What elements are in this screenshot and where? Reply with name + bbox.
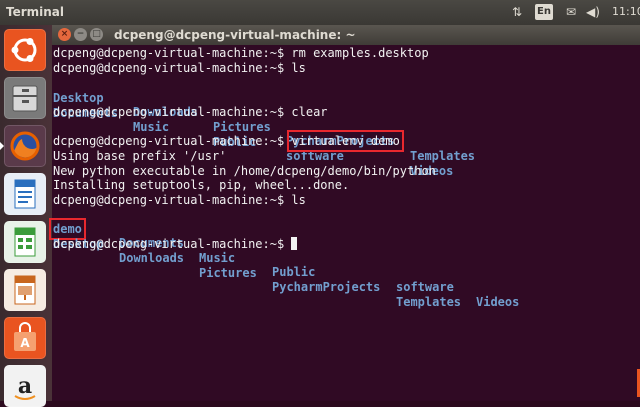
dir-entry: Downloads [119, 251, 185, 266]
top-panel: Terminal ⇅ En ✉ ◀) 11:10 [0, 0, 640, 25]
close-button[interactable]: × [58, 28, 71, 41]
terminal-output[interactable]: dcpeng@dcpeng-virtual-machine:~$ rm exam… [49, 45, 640, 401]
dir-entry: software [286, 149, 344, 164]
dir-entry: software [396, 279, 454, 294]
window-titlebar[interactable]: × − □ dcpeng@dcpeng-virtual-machine: ~ [52, 25, 640, 45]
window-title: dcpeng@dcpeng-virtual-machine: ~ [114, 28, 356, 42]
mail-icon[interactable]: ✉ [563, 4, 579, 20]
terminal-line: dcpeng@dcpeng-virtual-machine:~$ virtual… [53, 130, 404, 152]
ls-output-row: Desktop Downloads Pictures PycharmProjec… [53, 76, 475, 163]
dir-entry: Public [272, 265, 316, 280]
text-cursor [291, 237, 298, 250]
ls-output-row: Documents Music Public software Videos [53, 91, 453, 178]
volume-icon[interactable]: ◀) [585, 4, 601, 20]
dir-entry: Pictures [213, 119, 271, 134]
dir-entry: Templates [396, 294, 462, 309]
terminal-line: dcpeng@dcpeng-virtual-machine:~$ ls [53, 61, 306, 76]
clock[interactable]: 11:10 [612, 4, 640, 20]
minimize-button[interactable]: − [74, 28, 87, 41]
dir-entry: Music [199, 250, 236, 265]
launcher: A a [0, 25, 53, 407]
terminal-output-line: Installing setuptools, pip, wheel...done… [53, 178, 350, 192]
terminal-line: dcpeng@dcpeng-virtual-machine:~$ rm exam… [53, 46, 429, 61]
prompt: dcpeng@dcpeng-virtual-machine:~$ [53, 237, 285, 251]
svg-text:A: A [20, 336, 30, 350]
software-bag-icon[interactable]: A [4, 317, 46, 359]
ubuntu-logo-icon[interactable] [4, 29, 46, 71]
prompt: dcpeng@dcpeng-virtual-machine:~$ [53, 134, 285, 148]
command: rm examples.desktop [284, 46, 429, 60]
keyboard-layout-indicator[interactable]: En [535, 4, 553, 20]
ls-output-row: Desktop Downloads Pictures PycharmProjec… [53, 222, 461, 309]
file-cabinet-icon[interactable] [4, 77, 46, 119]
active-app-title: Terminal [6, 5, 65, 19]
dir-entry: Pictures [199, 265, 257, 280]
terminal-output-line: Using base prefix '/usr' [53, 149, 227, 163]
terminal-window[interactable]: × − □ dcpeng@dcpeng-virtual-machine: ~ d… [49, 25, 640, 401]
dir-entry: Templates [410, 148, 476, 163]
impress-presentation-icon[interactable] [4, 269, 46, 311]
dir-entry: Videos [476, 294, 520, 309]
firefox-icon[interactable] [0, 125, 46, 167]
prompt: dcpeng@dcpeng-virtual-machine:~$ [53, 105, 285, 119]
terminal-line: dcpeng@dcpeng-virtual-machine:~$ [53, 237, 298, 252]
svg-text:a: a [18, 373, 32, 399]
network-icon[interactable]: ⇅ [509, 4, 525, 20]
ls-output-row: demo Documents Music Public software Vid… [49, 207, 519, 309]
terminal-output-line: New python executable in /home/dcpeng/de… [53, 164, 436, 178]
maximize-button[interactable]: □ [90, 28, 103, 41]
command: clear [284, 105, 328, 119]
prompt: dcpeng@dcpeng-virtual-machine:~$ [53, 193, 285, 207]
command: ls [284, 61, 306, 75]
command: ls [284, 193, 306, 207]
terminal-line: dcpeng@dcpeng-virtual-machine:~$ ls [53, 193, 306, 208]
highlighted-command: virtualenv demo [287, 130, 404, 152]
prompt: dcpeng@dcpeng-virtual-machine:~$ [53, 61, 285, 75]
terminal-line: dcpeng@dcpeng-virtual-machine:~$ clear [53, 105, 328, 120]
prompt: dcpeng@dcpeng-virtual-machine:~$ [53, 46, 285, 60]
writer-document-icon[interactable] [4, 173, 46, 215]
calc-spreadsheet-icon[interactable] [4, 221, 46, 263]
dir-entry: Music [133, 120, 170, 135]
dir-entry: PycharmProjects [272, 280, 381, 295]
